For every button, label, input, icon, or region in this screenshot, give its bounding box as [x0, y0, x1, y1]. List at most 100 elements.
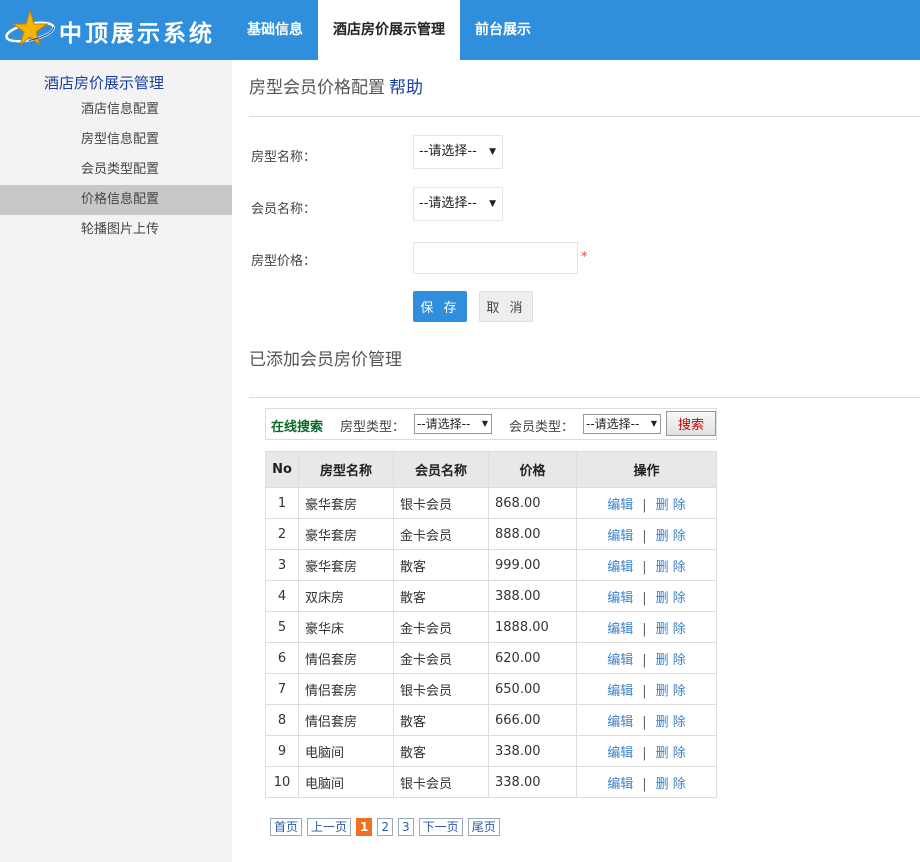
page-prev[interactable]: 上一页 — [307, 818, 352, 836]
table-row: 10 电脑间 银卡会员 338.00 编辑 | 删 除 — [265, 766, 717, 798]
cell-room: 豪华套房 — [298, 518, 394, 550]
sidebar-item-price-info[interactable]: 价格信息配置 — [0, 185, 232, 215]
price-table: No 房型名称 会员名称 价格 操作 1 豪华套房 银卡会员 868.00 编辑 | 删 除… — [265, 451, 717, 798]
table-row: 8 情侣套房 散客 666.00 编辑 | 删 除 — [265, 704, 717, 736]
table-header-row: No 房型名称 会员名称 价格 操作 — [265, 451, 717, 488]
col-header-no: No — [265, 451, 299, 488]
cell-member: 金卡会员 — [393, 642, 489, 674]
cell-ops: 编辑 | 删 除 — [576, 487, 717, 519]
table-row: 4 双床房 散客 388.00 编辑 | 删 除 — [265, 580, 717, 612]
cell-member: 散客 — [393, 704, 489, 736]
search-button[interactable]: 搜索 — [666, 411, 716, 436]
cell-price: 999.00 — [488, 549, 577, 581]
cell-member: 金卡会员 — [393, 518, 489, 550]
op-separator: | — [642, 559, 647, 575]
edit-link[interactable]: 编辑 — [607, 560, 633, 575]
edit-link[interactable]: 编辑 — [607, 653, 633, 668]
sidebar-item-hotel-info[interactable]: 酒店信息配置 — [0, 95, 232, 125]
table-row: 2 豪华套房 金卡会员 888.00 编辑 | 删 除 — [265, 518, 717, 550]
sidebar-heading[interactable]: 酒店房价展示管理 — [44, 72, 164, 93]
table-row: 7 情侣套房 银卡会员 650.00 编辑 | 删 除 — [265, 673, 717, 705]
delete-link[interactable]: 删 除 — [656, 498, 686, 513]
member-type-select-value: --请选择-- — [586, 417, 640, 431]
save-button[interactable]: 保 存 — [413, 291, 467, 322]
cell-member: 散客 — [393, 580, 489, 612]
sidebar-item-carousel-upload[interactable]: 轮播图片上传 — [0, 215, 232, 245]
cell-no: 8 — [265, 704, 299, 736]
cell-ops: 编辑 | 删 除 — [576, 704, 717, 736]
edit-link[interactable]: 编辑 — [607, 715, 633, 730]
op-separator: | — [642, 714, 647, 730]
cell-price: 666.00 — [488, 704, 577, 736]
edit-link[interactable]: 编辑 — [607, 529, 633, 544]
delete-link[interactable]: 删 除 — [656, 746, 686, 761]
page-last[interactable]: 尾页 — [467, 818, 500, 836]
op-separator: | — [642, 497, 647, 513]
member-type-label: 会员类型： — [509, 420, 575, 435]
cell-room: 情侣套房 — [298, 704, 394, 736]
sidebar-item-room-info[interactable]: 房型信息配置 — [0, 125, 232, 155]
help-link[interactable]: 帮助 — [389, 78, 423, 98]
member-name-select-value: --请选择-- — [419, 196, 477, 211]
member-type-select[interactable]: --请选择-- ▼ — [583, 414, 661, 434]
table-row: 5 豪华床 金卡会员 1888.00 编辑 | 删 除 — [265, 611, 717, 643]
cell-no: 2 — [265, 518, 299, 550]
delete-link[interactable]: 删 除 — [656, 684, 686, 699]
cell-ops: 编辑 | 删 除 — [576, 518, 717, 550]
edit-link[interactable]: 编辑 — [607, 622, 633, 637]
page-1[interactable]: 1 — [356, 818, 373, 836]
room-name-label: 房型名称： — [251, 150, 317, 165]
cancel-button[interactable]: 取 消 — [479, 291, 533, 322]
op-separator: | — [642, 590, 647, 606]
edit-link[interactable]: 编辑 — [607, 684, 633, 699]
edit-link[interactable]: 编辑 — [607, 746, 633, 761]
edit-link[interactable]: 编辑 — [607, 498, 633, 513]
cell-room: 豪华床 — [298, 611, 394, 643]
op-separator: | — [642, 652, 647, 668]
required-mark: * — [581, 250, 588, 265]
cell-no: 9 — [265, 735, 299, 767]
dropdown-arrow-icon: ▼ — [489, 199, 496, 209]
page-2[interactable]: 2 — [377, 818, 394, 836]
room-name-select[interactable]: --请选择-- ▼ — [413, 135, 503, 169]
cell-room: 双床房 — [298, 580, 394, 612]
search-title: 在线搜索 — [271, 420, 324, 435]
table-row: 1 豪华套房 银卡会员 868.00 编辑 | 删 除 — [265, 487, 717, 519]
member-name-select[interactable]: --请选择-- ▼ — [413, 187, 503, 221]
cell-ops: 编辑 | 删 除 — [576, 549, 717, 581]
nav-item-hotel-price[interactable]: 酒店房价展示管理 — [318, 0, 460, 60]
delete-link[interactable]: 删 除 — [656, 622, 686, 637]
cell-price: 888.00 — [488, 518, 577, 550]
col-header-ops: 操作 — [576, 451, 717, 488]
divider — [249, 116, 920, 117]
delete-link[interactable]: 删 除 — [656, 777, 686, 792]
cell-price: 338.00 — [488, 766, 577, 798]
delete-link[interactable]: 删 除 — [656, 653, 686, 668]
nav-item-basic-info[interactable]: 基础信息 — [232, 0, 318, 60]
page-3[interactable]: 3 — [398, 818, 414, 836]
edit-link[interactable]: 编辑 — [607, 591, 633, 606]
cell-room: 豪华套房 — [298, 487, 394, 519]
op-separator: | — [642, 745, 647, 761]
price-input[interactable] — [413, 242, 578, 274]
page-next[interactable]: 下一页 — [418, 818, 463, 836]
cell-member: 银卡会员 — [393, 487, 489, 519]
room-type-select[interactable]: --请选择-- ▼ — [414, 414, 492, 434]
delete-link[interactable]: 删 除 — [656, 591, 686, 606]
table-row: 9 电脑间 散客 338.00 编辑 | 删 除 — [265, 735, 717, 767]
cell-room: 电脑间 — [298, 735, 394, 767]
table-row: 6 情侣套房 金卡会员 620.00 编辑 | 删 除 — [265, 642, 717, 674]
dropdown-arrow-icon: ▼ — [648, 415, 657, 433]
col-header-member: 会员名称 — [393, 451, 489, 488]
member-name-label: 会员名称： — [251, 202, 317, 217]
delete-link[interactable]: 删 除 — [656, 560, 686, 575]
sidebar: 酒店房价展示管理 酒店信息配置 房型信息配置 会员类型配置 价格信息配置 轮播图… — [0, 60, 232, 862]
delete-link[interactable]: 删 除 — [656, 715, 686, 730]
delete-link[interactable]: 删 除 — [656, 529, 686, 544]
cell-ops: 编辑 | 删 除 — [576, 673, 717, 705]
nav-item-frontend[interactable]: 前台展示 — [460, 0, 546, 60]
sidebar-item-member-type[interactable]: 会员类型配置 — [0, 155, 232, 185]
edit-link[interactable]: 编辑 — [607, 777, 633, 792]
search-bar: 在线搜索 房型类型： --请选择-- ▼ 会员类型： --请选择-- ▼ 搜索 — [265, 408, 717, 440]
page-first[interactable]: 首页 — [270, 818, 303, 836]
